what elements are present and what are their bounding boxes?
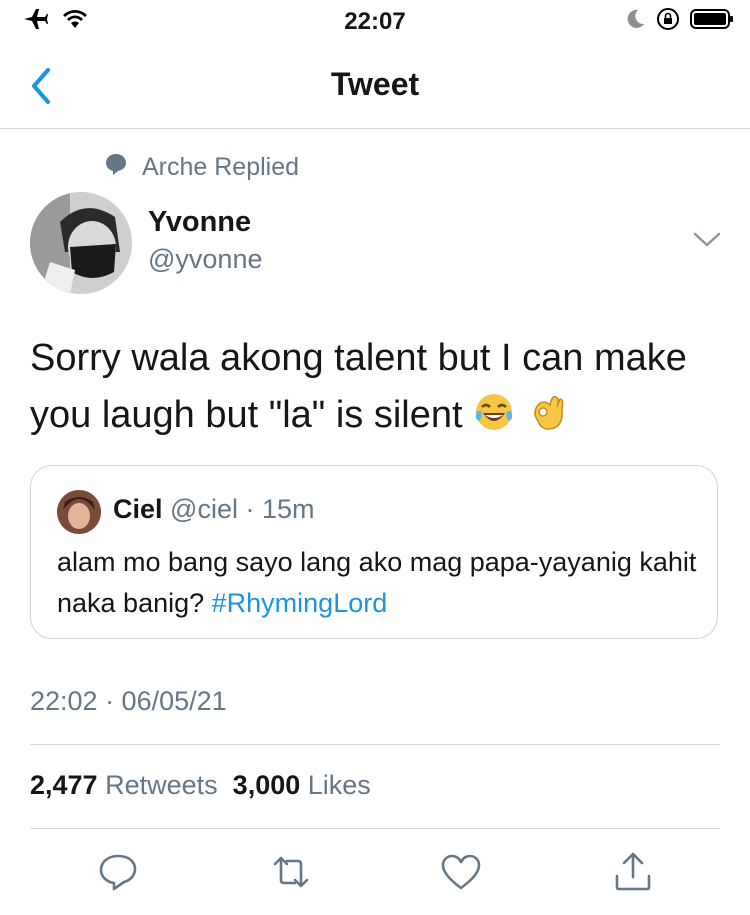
status-bar: 22:07 bbox=[0, 0, 750, 44]
share-icon bbox=[615, 852, 651, 891]
retweets-stat[interactable]: 2,477 Retweets bbox=[30, 770, 218, 800]
tweet-stats: 2,477 Retweets 3,000 Likes bbox=[30, 770, 371, 801]
hashtag-link[interactable]: #RhymingLord bbox=[212, 588, 388, 618]
face-with-tears-of-joy-emoji bbox=[473, 391, 515, 450]
social-context-label: Arche Replied bbox=[142, 153, 300, 181]
moon-icon bbox=[624, 8, 646, 35]
nav-bar: Tweet bbox=[0, 44, 750, 129]
retweet-icon bbox=[273, 856, 309, 888]
like-button[interactable] bbox=[439, 850, 483, 894]
divider bbox=[30, 828, 720, 829]
rotation-lock-icon bbox=[656, 7, 680, 36]
quoted-header: Ciel @ciel · 15m bbox=[113, 494, 315, 525]
tweet-timestamp: 22:02 · 06/05/21 bbox=[30, 686, 227, 716]
page-title: Tweet bbox=[330, 66, 420, 102]
likes-label: Likes bbox=[307, 770, 371, 800]
quoted-author-handle[interactable]: @ciel bbox=[170, 494, 238, 524]
author-handle[interactable]: @yvonne bbox=[148, 244, 262, 275]
quoted-separator: · bbox=[237, 494, 262, 524]
quoted-author-avatar[interactable] bbox=[57, 490, 101, 534]
social-context[interactable]: Arche Replied bbox=[104, 152, 299, 183]
status-right bbox=[624, 7, 734, 36]
quoted-tweet[interactable]: Ciel @ciel · 15m alam mo bang sayo lang … bbox=[30, 465, 718, 639]
retweets-label: Retweets bbox=[105, 770, 218, 800]
quoted-age: 15m bbox=[261, 494, 315, 524]
likes-count: 3,000 bbox=[232, 770, 301, 800]
tweet-body: Sorry wala akong talent but I can make y… bbox=[30, 337, 687, 436]
chevron-down-icon bbox=[693, 232, 721, 247]
tweet-options-button[interactable] bbox=[692, 228, 722, 250]
likes-stat[interactable]: 3,000 Likes bbox=[233, 770, 371, 800]
retweets-count: 2,477 bbox=[30, 770, 98, 800]
ok-hand-emoji bbox=[526, 391, 568, 450]
tweet-text: Sorry wala akong talent but I can make y… bbox=[30, 330, 730, 450]
divider bbox=[30, 744, 720, 745]
retweet-button[interactable] bbox=[269, 850, 313, 894]
share-button[interactable] bbox=[611, 850, 655, 894]
like-icon bbox=[441, 854, 481, 890]
quoted-author-name[interactable]: Ciel bbox=[113, 494, 163, 524]
speech-bubble-icon bbox=[104, 152, 128, 183]
quoted-text: alam mo bang sayo lang ako mag papa-yaya… bbox=[57, 542, 697, 624]
reply-button[interactable] bbox=[96, 850, 140, 894]
author-avatar[interactable] bbox=[30, 192, 132, 294]
author-name[interactable]: Yvonne bbox=[148, 206, 251, 239]
reply-icon bbox=[99, 854, 137, 891]
battery-icon bbox=[690, 8, 734, 35]
